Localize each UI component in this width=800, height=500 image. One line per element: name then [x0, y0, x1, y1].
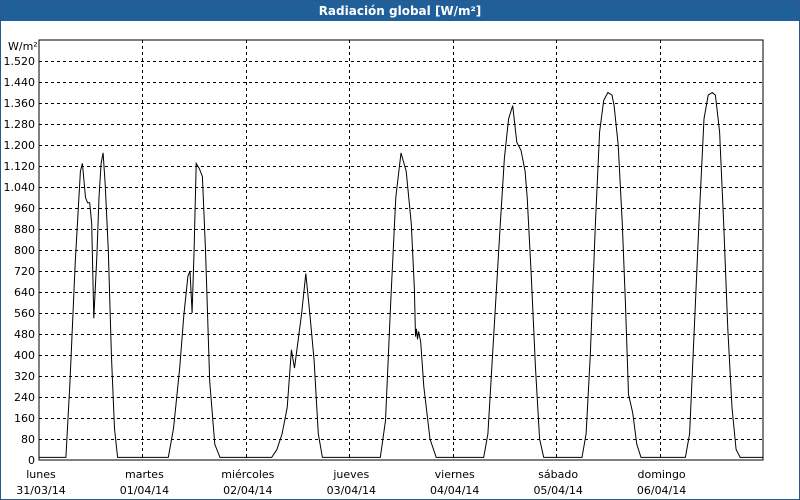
y-tick-label: 1.280 — [4, 118, 36, 131]
grid-lines — [39, 40, 763, 460]
y-tick-label: 640 — [14, 286, 35, 299]
x-tick-day-label: martes — [125, 468, 164, 481]
x-tick-day-label: sábado — [538, 468, 578, 481]
y-tick-label: 0 — [28, 454, 35, 467]
x-tick-day-label: domingo — [637, 468, 685, 481]
y-tick-label: 480 — [14, 328, 35, 341]
y-tick-label: 960 — [14, 202, 35, 215]
y-axis-label: W/m² — [8, 40, 38, 53]
y-tick-label: 880 — [14, 223, 35, 236]
x-tick-date-label: 06/04/14 — [637, 484, 686, 497]
x-tick-date-label: 01/04/14 — [120, 484, 169, 497]
x-tick-date-label: 02/04/14 — [223, 484, 272, 497]
x-tick-date-label: 05/04/14 — [533, 484, 582, 497]
y-tick-label: 1.040 — [4, 181, 36, 194]
radiation-chart: W/m² 0 80 160 240 320 400 480 560 640 720 800 880 96… — [4, 39, 764, 497]
y-tick-label: 1.200 — [4, 139, 36, 152]
x-tick-day-label: lunes — [26, 468, 56, 481]
x-tick-date-label: 03/04/14 — [327, 484, 376, 497]
x-tick-day-label: miércoles — [221, 468, 274, 481]
y-tick-label: 400 — [14, 349, 35, 362]
x-tick-date-label: 31/03/14 — [16, 484, 65, 497]
x-tick-day-label: jueves — [332, 468, 369, 481]
y-tick-label: 1.360 — [4, 97, 36, 110]
x-tick-date-label: 04/04/14 — [430, 484, 479, 497]
y-tick-label: 800 — [14, 244, 35, 257]
x-tick-day-label: viernes — [435, 468, 475, 481]
y-tick-label: 560 — [14, 307, 35, 320]
y-tick-label: 80 — [21, 433, 35, 446]
y-tick-label: 1.120 — [4, 160, 36, 173]
radiation-series-line — [39, 91, 763, 458]
y-tick-label: 720 — [14, 265, 35, 278]
x-tick-labels: lunes 31/03/14 martes 01/04/14 miércoles 02/0… — [16, 468, 686, 497]
y-tick-label: 240 — [14, 391, 35, 404]
y-tick-label: 160 — [14, 412, 35, 425]
y-tick-label: 1.520 — [4, 55, 36, 68]
y-tick-labels: 0 80 160 240 320 400 480 560 640 720 800 880 960 1.04… — [4, 55, 36, 467]
y-tick-label: 1.440 — [4, 76, 36, 89]
y-tick-label: 320 — [14, 370, 35, 383]
